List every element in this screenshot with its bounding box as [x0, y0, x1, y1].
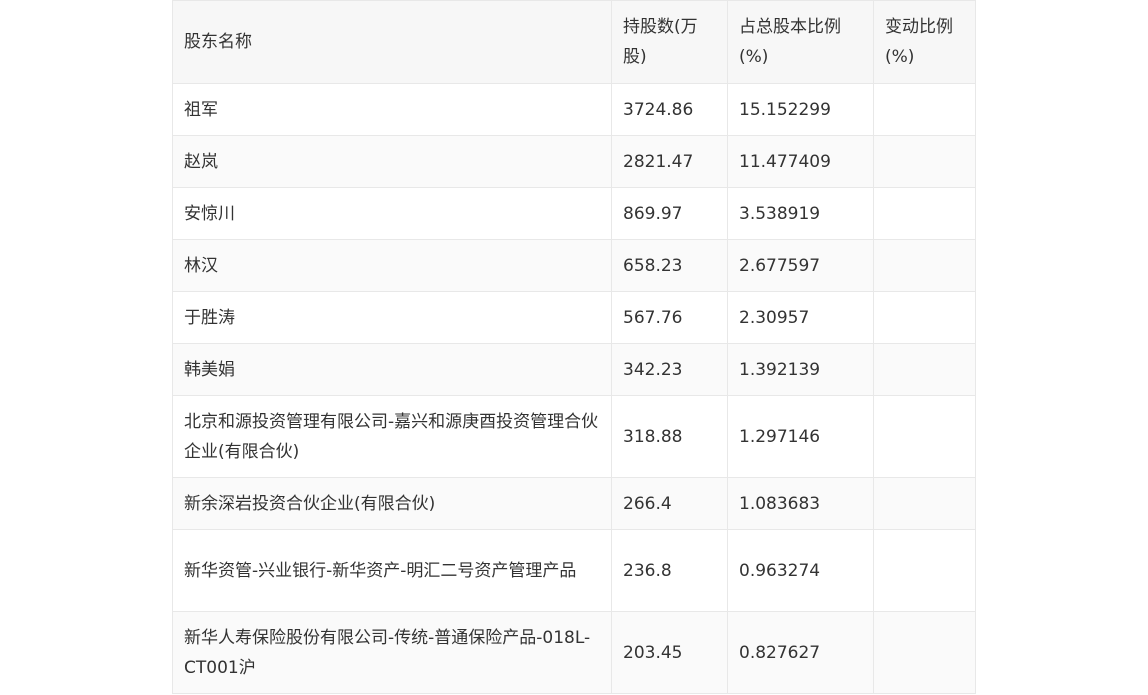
- cell-shares: 2821.47: [611, 135, 728, 188]
- cell-ratio: 0.963274: [727, 529, 874, 612]
- cell-ratio: 3.538919: [727, 187, 874, 240]
- cell-change: [873, 343, 976, 396]
- cell-change: [873, 395, 976, 478]
- cell-change: [873, 135, 976, 188]
- cell-change: [873, 611, 976, 694]
- table-row: 新华资管-兴业银行-新华资产-明汇二号资产管理产品 236.8 0.963274: [172, 529, 976, 612]
- cell-shares: 266.4: [611, 477, 728, 530]
- cell-change: [873, 477, 976, 530]
- cell-ratio: 11.477409: [727, 135, 874, 188]
- cell-shares: 567.76: [611, 291, 728, 344]
- cell-change: [873, 187, 976, 240]
- cell-ratio: 2.677597: [727, 239, 874, 292]
- cell-name: 于胜涛: [172, 291, 612, 344]
- cell-ratio: 1.392139: [727, 343, 874, 396]
- cell-name: 北京和源投资管理有限公司-嘉兴和源庚酉投资管理合伙企业(有限合伙): [172, 395, 612, 478]
- header-shareholder-name: 股东名称: [172, 0, 612, 84]
- cell-shares: 658.23: [611, 239, 728, 292]
- cell-name: 安惊川: [172, 187, 612, 240]
- header-share-ratio: 占总股本比例(%): [727, 0, 874, 84]
- table-row: 赵岚 2821.47 11.477409: [172, 135, 976, 188]
- header-change-ratio: 变动比例(%): [873, 0, 976, 84]
- table-row: 北京和源投资管理有限公司-嘉兴和源庚酉投资管理合伙企业(有限合伙) 318.88…: [172, 395, 976, 478]
- cell-shares: 236.8: [611, 529, 728, 612]
- table-header-row: 股东名称 持股数(万股) 占总股本比例(%) 变动比例(%): [172, 0, 976, 84]
- cell-name: 韩美娟: [172, 343, 612, 396]
- cell-shares: 3724.86: [611, 83, 728, 136]
- table-row: 于胜涛 567.76 2.30957: [172, 291, 976, 344]
- table-row: 新华人寿保险股份有限公司-传统-普通保险产品-018L-CT001沪 203.4…: [172, 611, 976, 694]
- header-shares: 持股数(万股): [611, 0, 728, 84]
- cell-name: 祖军: [172, 83, 612, 136]
- cell-ratio: 1.297146: [727, 395, 874, 478]
- cell-shares: 318.88: [611, 395, 728, 478]
- shareholder-table: 股东名称 持股数(万股) 占总股本比例(%) 变动比例(%) 祖军 3724.8…: [172, 0, 976, 694]
- table-row: 韩美娟 342.23 1.392139: [172, 343, 976, 396]
- cell-shares: 203.45: [611, 611, 728, 694]
- cell-ratio: 1.083683: [727, 477, 874, 530]
- cell-change: [873, 83, 976, 136]
- cell-shares: 869.97: [611, 187, 728, 240]
- cell-ratio: 2.30957: [727, 291, 874, 344]
- table-row: 林汉 658.23 2.677597: [172, 239, 976, 292]
- table-row: 新余深岩投资合伙企业(有限合伙) 266.4 1.083683: [172, 477, 976, 530]
- cell-shares: 342.23: [611, 343, 728, 396]
- cell-name: 新余深岩投资合伙企业(有限合伙): [172, 477, 612, 530]
- cell-name: 新华人寿保险股份有限公司-传统-普通保险产品-018L-CT001沪: [172, 611, 612, 694]
- shareholder-table-container: 股东名称 持股数(万股) 占总股本比例(%) 变动比例(%) 祖军 3724.8…: [172, 0, 976, 694]
- cell-name: 林汉: [172, 239, 612, 292]
- cell-change: [873, 291, 976, 344]
- cell-name: 新华资管-兴业银行-新华资产-明汇二号资产管理产品: [172, 529, 612, 612]
- cell-change: [873, 239, 976, 292]
- cell-ratio: 15.152299: [727, 83, 874, 136]
- cell-name: 赵岚: [172, 135, 612, 188]
- table-row: 安惊川 869.97 3.538919: [172, 187, 976, 240]
- table-row: 祖军 3724.86 15.152299: [172, 83, 976, 136]
- cell-ratio: 0.827627: [727, 611, 874, 694]
- cell-change: [873, 529, 976, 612]
